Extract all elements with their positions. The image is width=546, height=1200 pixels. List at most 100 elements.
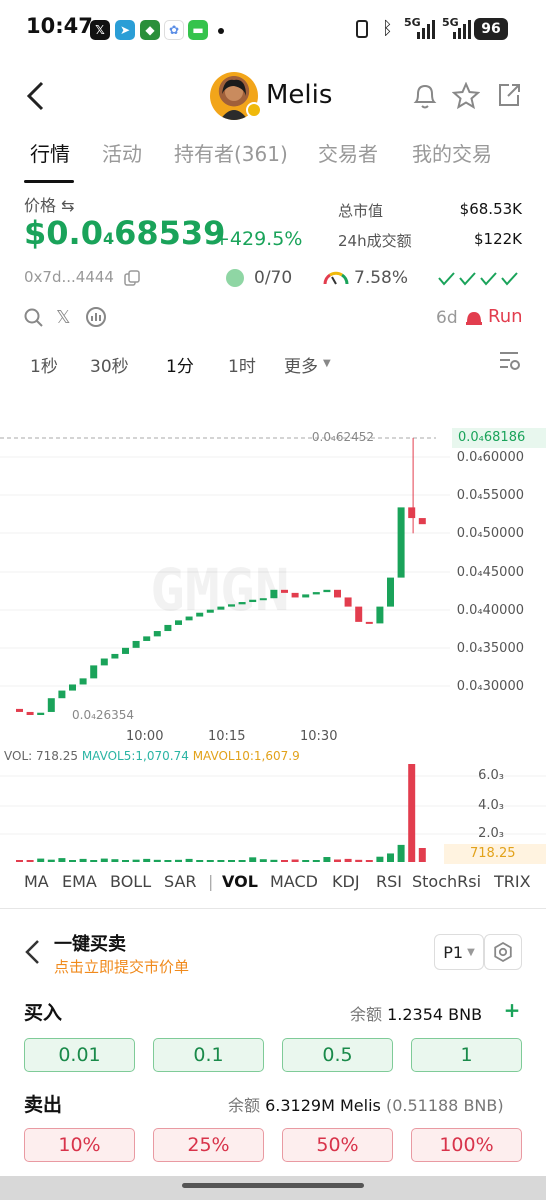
sell-50pct-button[interactable]: 50% [282, 1128, 393, 1162]
volume-bar [185, 858, 193, 862]
ind-boll[interactable]: BOLL [110, 872, 151, 891]
volume-bar [175, 859, 182, 862]
share-icon[interactable] [496, 82, 522, 112]
volume-bar [143, 858, 151, 862]
tab-holders[interactable]: 持有者(361) [174, 138, 288, 167]
bluetooth-icon: ᛒ [382, 18, 393, 39]
volume-bar [79, 858, 87, 862]
ind-macd[interactable]: MACD [270, 872, 318, 891]
tf-1s[interactable]: 1秒 [30, 352, 58, 377]
collapse-chevron-icon[interactable] [24, 938, 40, 970]
candle [408, 507, 416, 519]
trade-settings-button[interactable] [484, 934, 522, 970]
tab-activity[interactable]: 活动 [102, 138, 142, 167]
candle [302, 594, 310, 598]
volume-bar [344, 858, 352, 862]
ind-trix[interactable]: TRIX [494, 872, 546, 891]
search-icon[interactable] [24, 308, 44, 332]
holders-status-icon [226, 269, 244, 287]
price-change: +429.5% [214, 228, 303, 250]
watermark-logo: GMGN [150, 556, 290, 624]
buy-1-button[interactable]: 1 [411, 1038, 522, 1072]
tf-30s[interactable]: 30秒 [90, 352, 129, 377]
bell-icon[interactable] [412, 82, 438, 114]
price-value: $0.0468539 [24, 214, 225, 252]
quick-trade-title: 一键买卖 [54, 934, 126, 955]
candle [206, 609, 214, 613]
candle [175, 620, 182, 625]
tab-market[interactable]: 行情 [30, 138, 70, 167]
volume-bar [302, 860, 310, 862]
preset-select[interactable]: P1 ▼ [434, 934, 484, 970]
tf-more[interactable]: 更多 [284, 352, 318, 377]
y-tick-5: 0.0₄35000 [456, 641, 524, 656]
vol-tick-1: 4.0₃ [478, 798, 504, 813]
tab-traders[interactable]: 交易者 [318, 138, 378, 167]
sell-10pct-button[interactable]: 10% [24, 1128, 135, 1162]
contract-address[interactable]: 0x7d...4444 [24, 268, 114, 286]
vol-legend-ma5: MAVOL5:1,070.74 [81, 749, 189, 763]
holders-ratio: 0/70 [254, 268, 293, 288]
price-subscript: 4 [102, 229, 115, 248]
more-notifications-dot [218, 28, 224, 34]
ind-ema[interactable]: EMA [62, 872, 97, 891]
volume-bar [259, 859, 267, 862]
quick-trade-subtitle[interactable]: 点击立即提交市价单 [54, 956, 189, 977]
candle [238, 602, 246, 605]
tf-1m[interactable]: 1分 [166, 352, 194, 377]
add-funds-icon[interactable]: + [502, 1000, 522, 1020]
buy-001-button[interactable]: 0.01 [24, 1038, 135, 1072]
sell-100pct-button[interactable]: 100% [411, 1128, 522, 1162]
buy-balance-label: 余额 [350, 1005, 383, 1024]
buy-05-button[interactable]: 0.5 [282, 1038, 393, 1072]
volume-bar [355, 859, 363, 862]
candle [291, 592, 299, 598]
volume-bar [418, 848, 426, 862]
ind-ma[interactable]: MA [24, 872, 49, 891]
volume-bar [217, 860, 225, 862]
chart-settings-icon[interactable] [498, 350, 522, 376]
buy-01-button[interactable]: 0.1 [153, 1038, 264, 1072]
ind-sar[interactable]: SAR [164, 872, 197, 891]
volume-bar [228, 860, 235, 862]
x-twitter-icon[interactable]: 𝕏 [56, 307, 71, 328]
volume-bar [397, 844, 405, 862]
volume-bar [312, 860, 320, 862]
volume-24h-value: $122K [473, 230, 522, 248]
volume-bar [164, 860, 172, 862]
ind-kdj[interactable]: KDJ [332, 872, 360, 891]
home-indicator[interactable] [182, 1183, 364, 1188]
copy-icon[interactable] [124, 270, 140, 290]
sell-balance-label: 余额 [228, 1096, 261, 1115]
volume-bar [100, 858, 108, 862]
volume-bar [132, 859, 140, 862]
candle [312, 592, 320, 595]
frog-app-icon: ◆ [140, 20, 160, 40]
status-bar: 10:47 𝕏 ➤ ◆ ✿ ▬ ᛒ 5G 5G 96 [0, 0, 546, 60]
gauge-value: 7.58% [354, 268, 409, 288]
x-tick-2: 10:30 [300, 729, 338, 744]
ind-stochrsi[interactable]: StochRsi [412, 872, 481, 891]
volume-bar [291, 859, 299, 862]
sell-25pct-button[interactable]: 25% [153, 1128, 264, 1162]
volume-bar [206, 860, 214, 862]
candle [418, 518, 426, 525]
volume-bar [334, 859, 341, 862]
candle [79, 678, 87, 685]
volume-bar [26, 860, 34, 862]
volume-bar [281, 860, 288, 862]
ind-vol[interactable]: VOL [222, 872, 258, 891]
tf-1h[interactable]: 1时 [228, 352, 256, 377]
star-icon[interactable] [451, 81, 481, 114]
candle [132, 640, 140, 648]
more-dropdown-icon[interactable]: ▼ [323, 358, 331, 369]
volume-legend: VOL: 718.25 MAVOL5:1,070.74 MAVOL10:1,60… [4, 749, 300, 763]
vol-legend-ma10: MAVOL10:1,607.9 [192, 749, 300, 763]
tab-my-trades[interactable]: 我的交易 [412, 138, 492, 167]
back-chevron-icon[interactable] [24, 80, 46, 111]
run-label[interactable]: Run [488, 306, 523, 327]
price-label[interactable]: 价格 ⇆ [24, 192, 75, 216]
price-digits: 68539 [114, 214, 226, 252]
web-icon[interactable] [86, 306, 106, 332]
ind-rsi[interactable]: RSI [376, 872, 402, 891]
